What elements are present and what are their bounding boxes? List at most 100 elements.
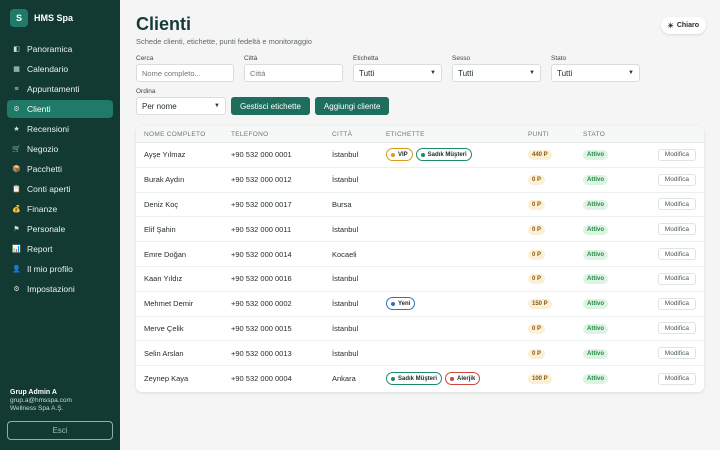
page-title: Clienti — [136, 14, 192, 34]
edit-button[interactable]: Modifica — [657, 198, 696, 211]
sidebar-item-panoramica[interactable]: ◧ Panoramica — [7, 40, 113, 58]
sidebar-item-impostazioni[interactable]: ⚙ Impostazioni — [7, 280, 113, 298]
actions-row: Ordina Per nome ▼ Gestisci etichette Agg… — [136, 88, 704, 115]
panel-icon: ◧ — [13, 46, 20, 53]
money-bag-icon: 💰 — [12, 206, 21, 213]
sidebar-item-conti-aperti[interactable]: 📋 Conti aperti — [7, 180, 113, 198]
tag-badge: Sadık Müşteri — [386, 372, 443, 386]
tag-label: Alerjik — [457, 375, 476, 382]
points-cell: 0 P — [528, 249, 583, 260]
chart-icon: 📊 — [12, 246, 21, 253]
gender-select[interactable]: Tutti ▼ — [452, 64, 541, 82]
table-row[interactable]: Emre Doğan +90 532 000 0014 Kocaeli 0 P Atti… — [136, 242, 704, 267]
table-row[interactable]: Kaan Yıldız +90 532 000 0016 İstanbul 0 P At… — [136, 267, 704, 292]
table-row[interactable]: Mehmet Demir +90 532 000 0002 İstanbul Yeni… — [136, 292, 704, 317]
points-badge: 0 P — [528, 175, 546, 186]
client-city: Bursa — [332, 199, 352, 209]
edit-button[interactable]: Modifica — [657, 148, 696, 161]
sun-icon: ☀ — [667, 22, 674, 30]
tag-badge: Yeni — [386, 297, 416, 311]
actions-cell: Modifica — [649, 248, 704, 261]
table-row[interactable]: Elif Şahin +90 532 000 0011 İstanbul 0 P Att… — [136, 217, 704, 243]
logout-button[interactable]: Esci — [7, 421, 113, 440]
edit-button[interactable]: Modifica — [657, 173, 696, 186]
actions-cell: Modifica — [649, 272, 704, 285]
status-select[interactable]: Tutti ▼ — [551, 64, 640, 82]
tag-label: Sadık Müşteri — [398, 375, 438, 382]
column-header[interactable]: PUNTI — [528, 131, 583, 138]
client-city: Ankara — [332, 374, 356, 384]
sidebar-item-clienti[interactable]: ⚙ Clienti — [7, 100, 113, 118]
actions-cell: Modifica — [649, 223, 704, 236]
sidebar-item-appuntamenti[interactable]: ≡ Appuntamenti — [7, 80, 113, 98]
sidebar-item-report[interactable]: 📊 Report — [7, 240, 113, 258]
tag-select[interactable]: Tutti ▼ — [353, 64, 442, 82]
client-name: Elif Şahin — [144, 224, 176, 234]
edit-button[interactable]: Modifica — [657, 223, 696, 236]
table-row[interactable]: Deniz Koç +90 532 000 0017 Bursa 0 P Attivo M… — [136, 193, 704, 218]
client-name: Zeynep Kaya — [144, 374, 189, 384]
edit-button[interactable]: Modifica — [657, 322, 696, 335]
sidebar-item-pacchetti[interactable]: 📦 Pacchetti — [7, 160, 113, 178]
client-city: İstanbul — [332, 348, 359, 358]
status-select-value: Tutti — [557, 68, 573, 78]
cart-icon: 🛒 — [12, 146, 21, 153]
edit-button[interactable]: Modifica — [657, 297, 696, 310]
tag-label: Sadık Müşteri — [427, 151, 467, 158]
city-input[interactable] — [244, 64, 343, 82]
theme-toggle-button[interactable]: ☀ Chiaro — [660, 17, 706, 34]
add-client-button[interactable]: Aggiungi cliente — [314, 97, 390, 115]
points-cell: 0 P — [528, 224, 583, 235]
sidebar-item-finanze[interactable]: 💰 Finanze — [7, 200, 113, 218]
table-row[interactable]: Merve Çelik +90 532 000 0015 İstanbul 0 P At… — [136, 317, 704, 342]
column-header[interactable]: CITTÀ — [332, 131, 386, 138]
points-cell: 0 P — [528, 348, 583, 359]
client-name: Burak Aydın — [144, 175, 185, 185]
edit-button[interactable]: Modifica — [657, 372, 696, 385]
client-city: İstanbul — [332, 175, 359, 185]
filters-row: Cerca Città Etichetta Tutti ▼ Sesso Tutt… — [136, 55, 704, 82]
actions-cell: Modifica — [649, 322, 704, 335]
brand[interactable]: S HMS Spa — [0, 0, 120, 36]
tag-badge: VIP — [386, 148, 413, 162]
client-phone: +90 532 000 0016 — [231, 274, 292, 284]
status-filter: Stato Tutti ▼ — [551, 55, 640, 82]
list-icon: ≡ — [14, 85, 19, 93]
status-cell: Attivo — [583, 174, 649, 186]
client-name: Merve Çelik — [144, 323, 184, 333]
gender-label: Sesso — [452, 55, 471, 62]
status-label: Stato — [551, 55, 567, 62]
table-row[interactable]: Ayşe Yılmaz +90 532 000 0001 İstanbul VIP Sa… — [136, 143, 704, 168]
column-header[interactable]: STATO — [583, 131, 649, 138]
package-icon: 📦 — [12, 166, 21, 173]
tag-label: Etichetta — [353, 55, 379, 62]
points-badge: 150 P — [528, 299, 552, 310]
sort-select[interactable]: Per nome ▼ — [136, 97, 226, 115]
sidebar-item-negozio[interactable]: 🛒 Negozio — [7, 140, 113, 158]
table-row[interactable]: Zeynep Kaya +90 532 000 0004 Ankara Sadık M… — [136, 366, 704, 391]
sidebar-item-label: Calendario — [27, 64, 69, 74]
manage-tags-button[interactable]: Gestisci etichette — [231, 97, 310, 115]
points-badge: 440 P — [528, 150, 552, 161]
column-header[interactable]: TELEFONO — [231, 131, 332, 138]
table-row[interactable]: Burak Aydın +90 532 000 0012 İstanbul 0 P At… — [136, 168, 704, 193]
column-header[interactable]: NOME COMPLETO — [136, 131, 231, 138]
sidebar-item-recensioni[interactable]: ★ Recensioni — [7, 120, 113, 138]
points-cell: 0 P — [528, 323, 583, 334]
points-cell: 440 P — [528, 149, 583, 161]
sidebar-item-personale[interactable]: ⚑ Personale — [7, 220, 113, 238]
table-row[interactable]: Selin Arslan +90 532 000 0013 İstanbul 0 P A… — [136, 341, 704, 367]
column-header[interactable]: ETICHETTE — [386, 131, 528, 138]
client-phone: +90 532 000 0004 — [231, 374, 292, 384]
brand-name: HMS Spa — [34, 13, 74, 23]
client-tags: Sadık Müşteri Alerjik — [386, 372, 528, 386]
edit-button[interactable]: Modifica — [657, 347, 696, 360]
search-input[interactable] — [136, 64, 234, 82]
sidebar-item-calendario[interactable]: ▦ Calendario — [7, 60, 113, 78]
calendar-icon: ▦ — [13, 66, 20, 73]
sidebar-user-info: Grup Admin A grup.a@hmsspa.com Wellness … — [10, 389, 113, 412]
sidebar-item-il-mio-profilo[interactable]: 👤 Il mio profilo — [7, 260, 113, 278]
edit-button[interactable]: Modifica — [657, 272, 696, 285]
edit-button[interactable]: Modifica — [657, 248, 696, 261]
actions-cell: Modifica — [649, 297, 704, 310]
